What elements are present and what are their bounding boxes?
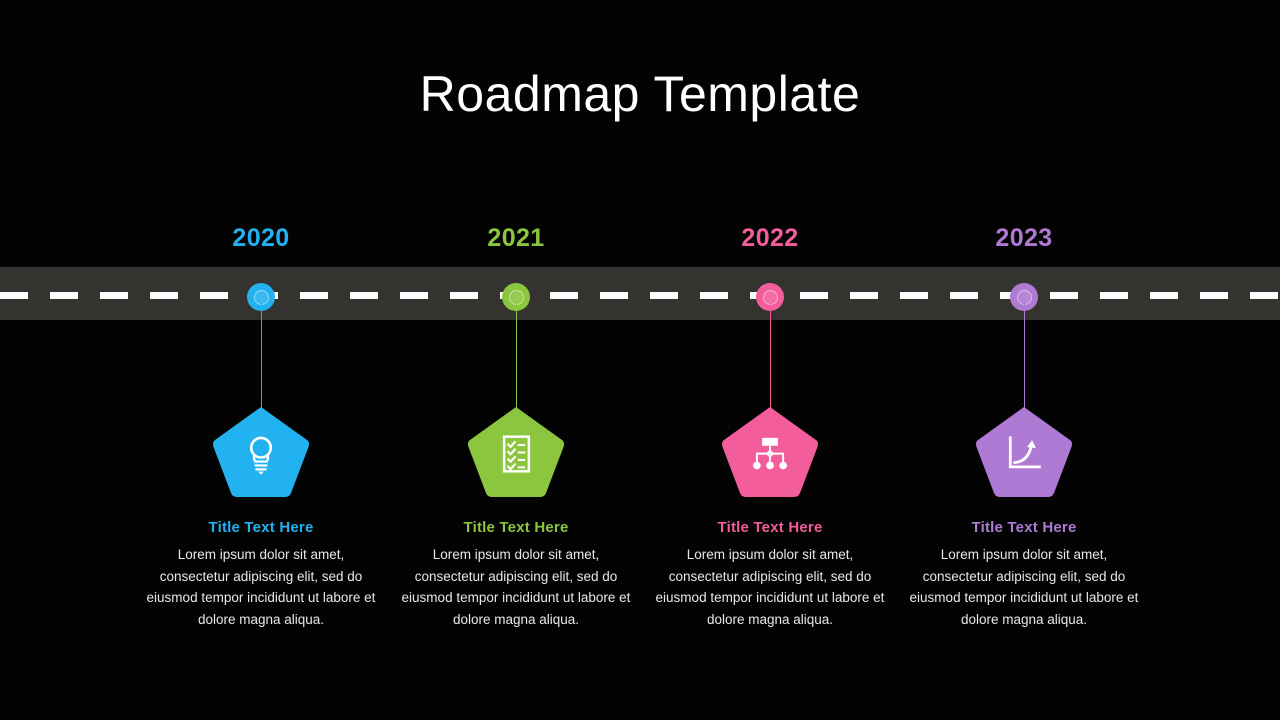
card-title: Title Text Here — [971, 519, 1077, 536]
card-title: Title Text Here — [208, 519, 314, 536]
connector-line — [515, 302, 517, 420]
connector-line — [260, 302, 262, 420]
connector-line — [769, 302, 771, 420]
card-title: Title Text Here — [463, 519, 569, 536]
milestone-column-2023[interactable]: 2023 Title Text Here Lorem ipsum dolor s… — [896, 0, 1152, 720]
card-body-text: Lorem ipsum dolor sit amet, consectetur … — [655, 547, 885, 627]
milestone-year-label: 2021 — [487, 224, 545, 252]
lightbulb-icon — [235, 428, 287, 480]
card-body-text: Lorem ipsum dolor sit amet, consectetur … — [401, 547, 631, 627]
milestone-year-label: 2023 — [995, 224, 1053, 252]
milestone-year-label: 2022 — [741, 224, 799, 252]
connector-line — [1023, 302, 1025, 420]
milestone-year-label: 2020 — [232, 224, 290, 252]
milestone-column-2021[interactable]: 2021 Title Text Here Lorem ipsum dolor s… — [388, 0, 644, 720]
card-title: Title Text Here — [717, 519, 823, 536]
roadmap-slide: Roadmap Template 2020 Title Text Here Lo… — [0, 0, 1280, 720]
hierarchy-icon — [744, 428, 796, 480]
milestone-column-2020[interactable]: 2020 Title Text Here Lorem ipsum dolor s… — [133, 0, 389, 720]
card-body-text: Lorem ipsum dolor sit amet, consectetur … — [909, 547, 1139, 627]
milestone-column-2022[interactable]: 2022 Title Text Here Lorem ipsum dolor s… — [642, 0, 898, 720]
growth-chart-icon — [998, 428, 1050, 480]
card-body-text: Lorem ipsum dolor sit amet, consectetur … — [146, 547, 376, 627]
checklist-icon — [490, 428, 542, 480]
